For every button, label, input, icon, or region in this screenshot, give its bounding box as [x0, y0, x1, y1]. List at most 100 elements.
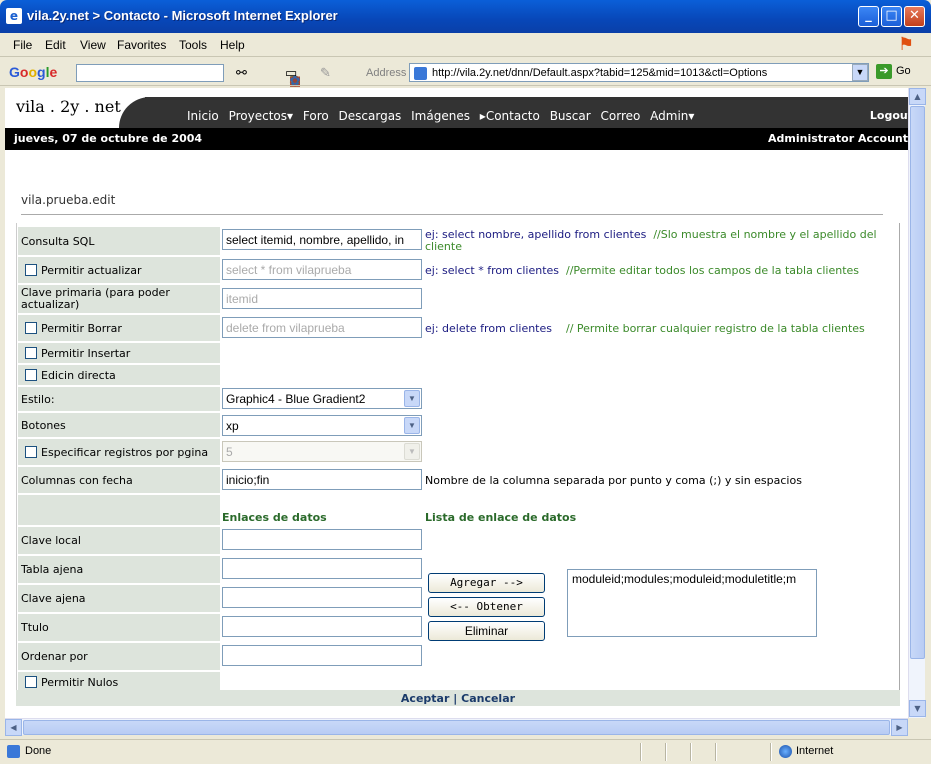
insertar-label: Permitir Insertar	[41, 346, 131, 360]
go-arrow-icon: ➔	[876, 64, 892, 79]
botones-label: Botones	[18, 413, 220, 437]
consulta-example-cont: cliente	[425, 240, 462, 253]
internet-zone-icon	[779, 745, 792, 758]
status-divider	[715, 743, 717, 761]
ej-comment: // Permite borrar cualquier registro de …	[566, 322, 865, 335]
status-divider	[690, 743, 692, 761]
menu-favorites[interactable]: Favorites	[117, 38, 166, 52]
scroll-up-icon[interactable]: ▲	[909, 88, 926, 105]
nulos-label: Permitir Nulos	[41, 675, 119, 689]
vertical-scroll-thumb[interactable]	[910, 106, 925, 659]
go-label: Go	[896, 65, 911, 77]
botones-select[interactable]: xp ▼	[222, 415, 422, 436]
page-done-icon	[7, 745, 20, 758]
clave-ajena-label: Clave ajena	[18, 585, 220, 612]
account-link[interactable]: Administrator Account	[768, 132, 908, 145]
binoculars-icon[interactable]: ⚯	[236, 65, 247, 81]
borrar-checkbox[interactable]	[25, 322, 37, 334]
agregar-button[interactable]: Agregar -->	[428, 573, 545, 593]
actualizar-label: Permitir actualizar	[41, 263, 142, 277]
nav-inicio[interactable]: Inicio	[187, 109, 219, 123]
estilo-label: Estilo:	[18, 387, 220, 411]
obtener-button[interactable]: <-- Obtener	[428, 597, 545, 617]
clave-primaria-label: Clave primaria (para poder actualizar)	[18, 285, 220, 313]
close-button[interactable]: ✕	[904, 6, 925, 27]
fecha-label: Columnas con fecha	[18, 467, 220, 493]
popup-blocker-icon[interactable]: ▭	[285, 65, 297, 81]
module-title: vila.prueba.edit	[21, 193, 116, 207]
address-bar: Google ⚯ ▭ ✎ Address http://vila.2y.net/…	[0, 58, 931, 86]
horizontal-scrollbar[interactable]: ◀ ▶	[5, 718, 908, 736]
go-button[interactable]: ➔ Go	[876, 64, 911, 79]
page-viewport: vila . 2y . net Inicio Proyectos▾ Foro D…	[5, 88, 908, 718]
actualizar-checkbox[interactable]	[25, 264, 37, 276]
nav-correo[interactable]: Correo	[601, 109, 641, 123]
titulo-label: Ttulo	[18, 614, 220, 641]
date-bar: jueves, 07 de octubre de 2004 Administra…	[5, 128, 908, 150]
highlight-icon[interactable]: ✎	[320, 65, 331, 81]
chevron-down-icon: ▼	[404, 417, 420, 434]
lista-enlace-listbox[interactable]: moduleid;modules;moduleid;moduletitle;m	[567, 569, 817, 637]
lista-item[interactable]: moduleid;modules;moduleid;moduletitle;m	[572, 572, 796, 586]
menu-view[interactable]: View	[80, 38, 106, 52]
borrar-row: Permitir Borrar	[18, 315, 220, 341]
scroll-down-icon[interactable]: ▼	[909, 700, 926, 717]
logout-link[interactable]: Logout	[870, 109, 908, 122]
lista-header: Lista de enlace de datos	[425, 511, 577, 524]
site-header: vila . 2y . net Inicio Proyectos▾ Foro D…	[5, 88, 908, 128]
clave-primaria-input[interactable]: itemid	[222, 288, 422, 309]
insertar-checkbox[interactable]	[25, 347, 37, 359]
fecha-input[interactable]: inicio;fin	[222, 469, 422, 490]
registros-checkbox[interactable]	[25, 446, 37, 458]
minimize-button[interactable]: _	[858, 6, 879, 27]
maximize-button[interactable]: □	[881, 6, 902, 27]
address-url: http://vila.2y.net/dnn/Default.aspx?tabi…	[432, 67, 768, 79]
menu-help[interactable]: Help	[220, 38, 245, 52]
ej-comment: //Permite editar todos los campos de la …	[566, 264, 860, 277]
tabla-ajena-input[interactable]	[222, 558, 422, 579]
menu-tools[interactable]: Tools	[179, 38, 207, 52]
registros-select[interactable]: 5 ▼	[222, 441, 422, 462]
edicion-checkbox[interactable]	[25, 369, 37, 381]
google-search-input[interactable]	[76, 64, 224, 82]
estilo-value: Graphic4 - Blue Gradient2	[226, 392, 366, 406]
page-icon	[414, 67, 427, 80]
status-bar: Done Internet	[0, 739, 931, 764]
nav-imagenes[interactable]: Imágenes	[411, 109, 470, 123]
address-input[interactable]: http://vila.2y.net/dnn/Default.aspx?tabi…	[409, 63, 869, 82]
scroll-right-icon[interactable]: ▶	[891, 719, 908, 736]
cancelar-link[interactable]: Cancelar	[461, 692, 515, 705]
nav-buscar[interactable]: Buscar	[550, 109, 591, 123]
windows-logo-icon: ⚑	[898, 34, 915, 54]
ordenar-input[interactable]	[222, 645, 422, 666]
vertical-scrollbar[interactable]: ▲ ▼	[908, 88, 926, 718]
borrar-input[interactable]: delete from vilaprueba	[222, 317, 422, 338]
scroll-left-icon[interactable]: ◀	[5, 719, 22, 736]
ordenar-label: Ordenar por	[18, 643, 220, 670]
nulos-checkbox[interactable]	[25, 676, 37, 688]
status-divider	[665, 743, 667, 761]
fecha-help: Nombre de la columna separada por punto …	[425, 474, 802, 487]
estilo-select[interactable]: Graphic4 - Blue Gradient2 ▼	[222, 388, 422, 409]
nav-foro[interactable]: Foro	[303, 109, 329, 123]
action-separator: |	[453, 692, 458, 705]
consulta-sql-input[interactable]: select itemid, nombre, apellido, in	[222, 229, 422, 250]
nav-proyectos[interactable]: Proyectos▾	[229, 109, 293, 123]
actualizar-input[interactable]: select * from vilaprueba	[222, 259, 422, 280]
ej-query: select nombre, apellido from clientes	[442, 228, 647, 241]
eliminar-button[interactable]: Eliminar	[428, 621, 545, 641]
menu-edit[interactable]: Edit	[45, 38, 66, 52]
nav-admin[interactable]: Admin▾	[650, 109, 694, 123]
horizontal-scroll-thumb[interactable]	[23, 720, 890, 735]
nav-contacto[interactable]: ▸Contacto	[480, 109, 540, 123]
consulta-label: Consulta SQL	[18, 227, 220, 255]
clave-local-input[interactable]	[222, 529, 422, 550]
address-dropdown-icon[interactable]: ▼	[852, 64, 868, 81]
titulo-input[interactable]	[222, 616, 422, 637]
nav-descargas[interactable]: Descargas	[339, 109, 402, 123]
status-divider	[770, 743, 772, 761]
menu-file[interactable]: File	[13, 38, 32, 52]
clave-ajena-input[interactable]	[222, 587, 422, 608]
aceptar-link[interactable]: Aceptar	[401, 692, 449, 705]
address-label: Address	[366, 67, 407, 79]
